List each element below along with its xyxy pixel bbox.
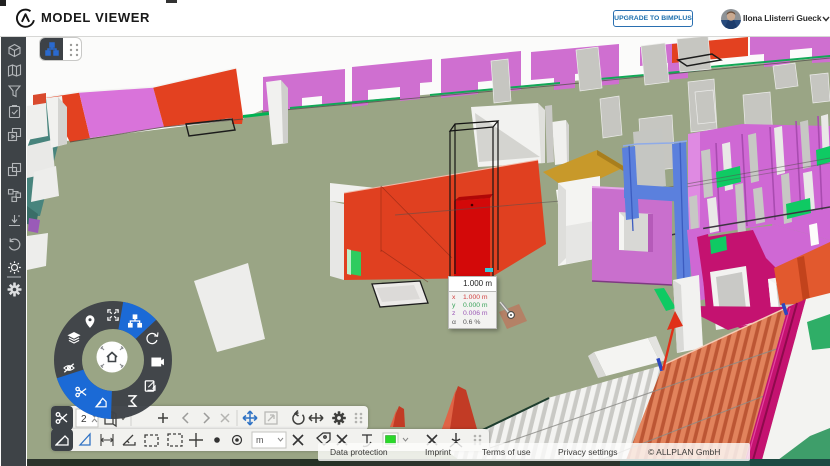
svg-text:m: m — [256, 435, 264, 445]
